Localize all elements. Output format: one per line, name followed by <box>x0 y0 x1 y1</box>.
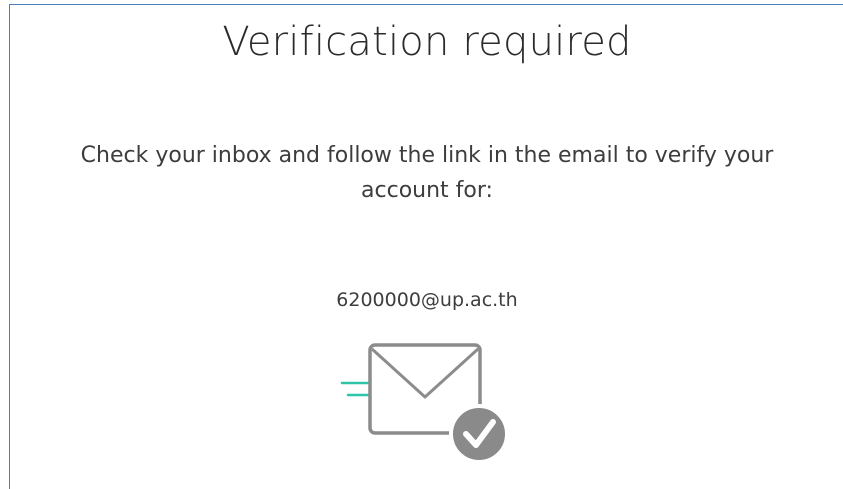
check-badge <box>449 404 509 464</box>
page-title: Verification required <box>222 19 632 65</box>
envelope-check-icon <box>340 343 509 464</box>
verification-message: Check your inbox and follow the link in … <box>80 143 774 203</box>
email-address: 6200000@up.ac.th <box>336 289 518 311</box>
verification-panel: Verification required Check your inbox a… <box>9 4 843 489</box>
